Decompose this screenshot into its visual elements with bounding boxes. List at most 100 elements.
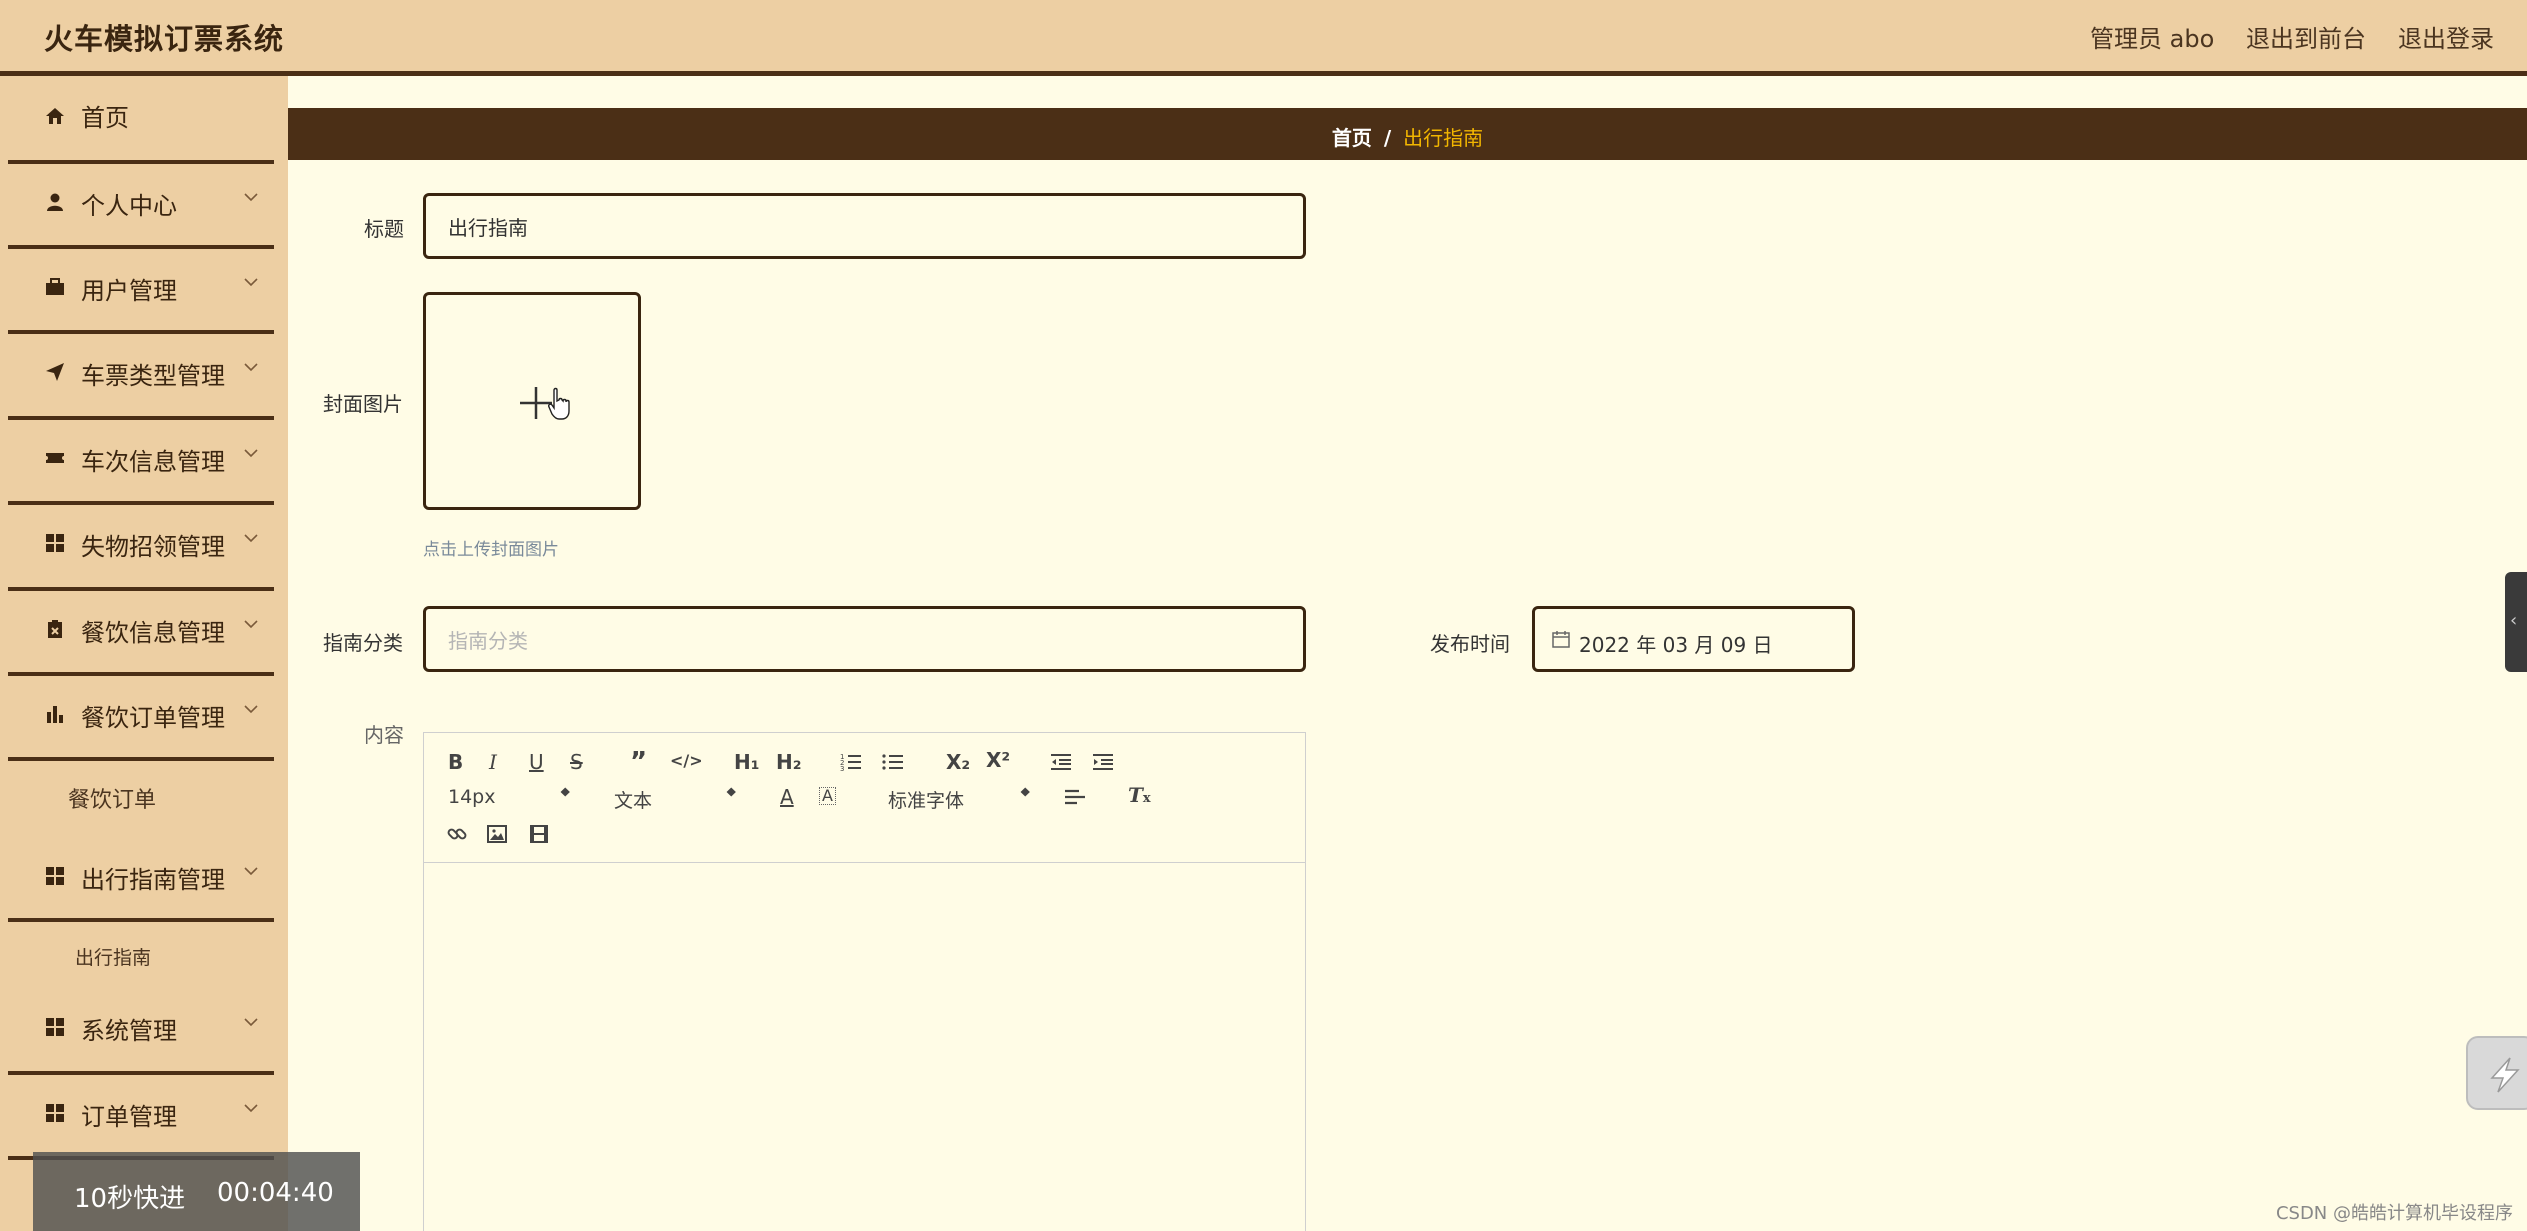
publish-date-picker[interactable]: 2022 年 03 月 09 日 <box>1532 606 1855 672</box>
watermark: CSDN @皓皓计算机毕设程序 <box>2275 1203 2513 1224</box>
chevron-down-icon <box>244 705 258 714</box>
title-input[interactable]: 出行指南 <box>423 193 1306 259</box>
chevron-down-icon <box>244 449 258 458</box>
underline-button[interactable]: U <box>529 752 544 772</box>
category-input[interactable]: 指南分类 <box>423 606 1306 672</box>
publish-date-value: 2022 年 03 月 09 日 <box>1579 633 1773 657</box>
chevron-left-icon: ‹ <box>2510 610 2518 631</box>
sidebar: 首页 个人中心 用户管理 车票类型管理 车次信息管理 失物招领管理 餐饮信息管理 <box>0 76 288 1231</box>
video-timestamp: 00:04:40 <box>217 1178 334 1208</box>
sidebar-item-user-management[interactable]: 用户管理 <box>8 249 274 334</box>
cover-image-upload[interactable] <box>423 292 641 510</box>
subscript-button[interactable]: X₂ <box>946 752 970 772</box>
editor-toolbar: B I U S ” </> H₁ H₂ 123 X₂ X² 14px ⯁ 文本 ⯁ … <box>424 733 1305 863</box>
sidebar-item-label: 失物招领管理 <box>81 533 225 561</box>
sidebar-item-label: 用户管理 <box>81 277 177 305</box>
video-icon[interactable] <box>528 823 550 845</box>
category-input-placeholder: 指南分类 <box>448 628 528 653</box>
exit-to-front-link[interactable]: 退出到前台 <box>2246 19 2366 54</box>
paragraph-style-value: 文本 <box>614 790 653 812</box>
sidebar-item-lost-found-management[interactable]: 失物招领管理 <box>8 505 274 591</box>
sidebar-item-label: 出行指南管理 <box>81 866 225 894</box>
sidebar-item-order-management[interactable]: 订单管理 <box>8 1075 274 1160</box>
sidebar-item-label: 餐饮信息管理 <box>81 619 225 647</box>
select-arrows-icon: ⯁ <box>560 786 571 801</box>
sidebar-item-personal-center[interactable]: 个人中心 <box>8 164 274 249</box>
breadcrumb-home-link[interactable]: 首页 <box>1332 126 1372 150</box>
title-label: 标题 <box>364 217 404 241</box>
font-size-value: 14px <box>448 786 496 808</box>
grid-icon <box>46 867 64 885</box>
cover-image-label: 封面图片 <box>323 392 403 416</box>
chevron-down-icon <box>244 1018 258 1027</box>
bar-chart-icon <box>47 706 63 723</box>
header-2-button[interactable]: H₂ <box>776 752 802 772</box>
italic-button[interactable]: I <box>489 752 497 772</box>
send-icon <box>46 363 64 381</box>
outdent-icon[interactable] <box>1050 752 1072 772</box>
code-block-button[interactable]: </> <box>670 753 703 769</box>
sidebar-item-dining-info-management[interactable]: 餐饮信息管理 <box>8 591 274 676</box>
chevron-down-icon <box>244 278 258 287</box>
app-title: 火车模拟订票系统 <box>44 22 285 56</box>
editor-content-area[interactable] <box>424 864 1305 1231</box>
font-family-value: 标准字体 <box>888 790 965 812</box>
content-label: 内容 <box>364 723 404 747</box>
clipboard-icon <box>48 620 62 638</box>
sidebar-item-dining-order-management[interactable]: 餐饮订单管理 <box>8 676 274 761</box>
link-icon[interactable] <box>446 823 468 845</box>
chevron-down-icon <box>244 534 258 543</box>
background-color-button[interactable]: A <box>819 787 836 805</box>
hand-cursor-icon <box>548 387 570 420</box>
svg-text:3: 3 <box>840 765 844 772</box>
superscript-button[interactable]: X² <box>986 750 1010 770</box>
bullet-list-icon[interactable] <box>882 752 904 772</box>
ordered-list-icon[interactable]: 123 <box>840 752 862 772</box>
breadcrumb-current: 出行指南 <box>1403 126 1484 150</box>
font-size-select[interactable]: 14px ⯁ <box>448 786 576 808</box>
category-label: 指南分类 <box>323 631 403 655</box>
rich-text-editor: B I U S ” </> H₁ H₂ 123 X₂ X² 14px ⯁ 文本 ⯁ … <box>423 732 1306 1231</box>
briefcase-icon <box>46 278 64 295</box>
sidebar-item-label: 个人中心 <box>81 192 177 220</box>
sidebar-item-label: 车票类型管理 <box>81 362 225 390</box>
strikethrough-button[interactable]: S <box>570 752 583 772</box>
chevron-down-icon <box>244 193 258 202</box>
publish-time-label: 发布时间 <box>1430 632 1510 656</box>
grid-icon <box>46 534 64 552</box>
top-header: 火车模拟订票系统 管理员 abo 退出到前台 退出登录 <box>0 0 2527 76</box>
fast-forward-button[interactable]: 10秒快进 <box>74 1178 185 1215</box>
sidebar-subitem-travel-guide[interactable]: 出行指南 <box>75 943 151 970</box>
video-fast-forward-overlay: 10秒快进 00:04:40 <box>33 1152 360 1231</box>
clear-format-button[interactable]: Tx <box>1128 785 1151 805</box>
image-icon[interactable] <box>486 823 508 845</box>
breadcrumb-bar: 首页 / 出行指南 <box>288 108 2527 160</box>
logout-link[interactable]: 退出登录 <box>2398 19 2494 54</box>
title-input-value: 出行指南 <box>448 215 528 240</box>
grid-icon <box>46 1104 64 1122</box>
floating-tool-button[interactable] <box>2466 1036 2527 1110</box>
current-user-label: 管理员 abo <box>2090 25 2215 53</box>
sidebar-item-travel-guide-management[interactable]: 出行指南管理 <box>8 838 274 922</box>
header-1-button[interactable]: H₁ <box>734 752 760 772</box>
sidebar-item-ticket-type-management[interactable]: 车票类型管理 <box>8 334 274 420</box>
breadcrumb-separator: / <box>1383 126 1392 150</box>
sidebar-item-train-info-management[interactable]: 车次信息管理 <box>8 420 274 505</box>
indent-icon[interactable] <box>1092 752 1114 772</box>
home-icon <box>46 108 64 124</box>
font-family-select[interactable]: 标准字体 ⯁ <box>888 786 1038 813</box>
sidebar-item-label: 餐饮订单管理 <box>81 704 225 732</box>
align-icon[interactable] <box>1064 788 1086 808</box>
sidebar-item-home[interactable]: 首页 <box>8 76 274 164</box>
sidebar-item-label: 车次信息管理 <box>81 448 225 476</box>
font-color-button[interactable]: A <box>780 787 794 807</box>
lightning-icon <box>2490 1057 2520 1093</box>
calendar-icon <box>1552 631 1570 648</box>
side-drawer-handle[interactable]: ‹ <box>2505 572 2527 672</box>
select-arrows-icon: ⯁ <box>1020 786 1031 801</box>
paragraph-style-select[interactable]: 文本 ⯁ <box>614 786 742 813</box>
sidebar-item-system-management[interactable]: 系统管理 <box>8 989 274 1075</box>
sidebar-subitem-meal-order[interactable]: 餐饮订单 <box>68 782 156 814</box>
blockquote-button[interactable]: ” <box>630 749 647 775</box>
bold-button[interactable]: B <box>448 752 463 772</box>
